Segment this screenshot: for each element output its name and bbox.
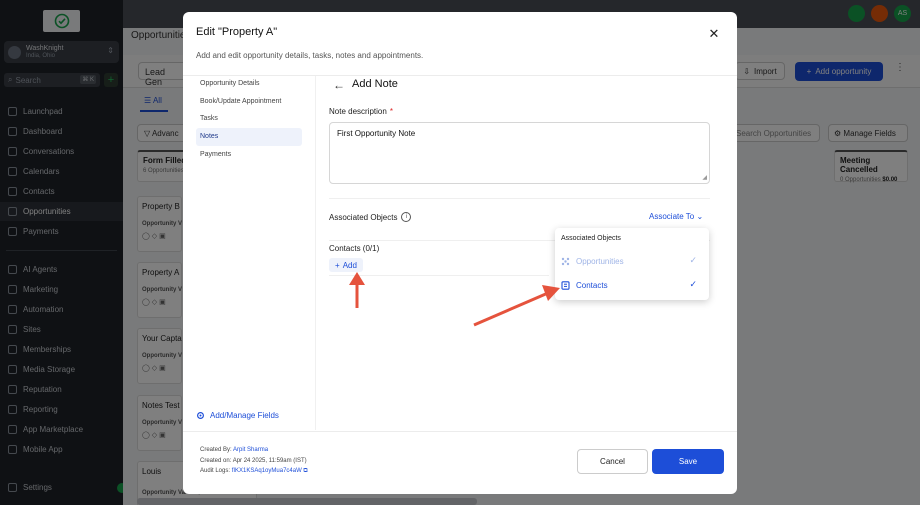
resize-handle-icon[interactable]: ◢ — [702, 174, 707, 181]
divider — [329, 275, 549, 276]
copy-icon[interactable]: ⧉ — [303, 468, 307, 474]
chevron-down-icon: ⌄ — [694, 212, 704, 221]
opportunities-icon — [561, 257, 570, 265]
gear-icon — [197, 412, 204, 419]
section-title: Add Note — [352, 78, 398, 90]
modal-subtitle: Add and edit opportunity details, tasks,… — [196, 51, 424, 60]
created-by: Created By: Arpit Sharma — [200, 447, 269, 453]
plus-icon: + — [335, 260, 340, 270]
checkmark-icon: ✓ — [689, 255, 697, 265]
associated-objects-dropdown: Associated Objects Opportunities ✓ Conta… — [555, 228, 709, 300]
dropdown-option-contacts[interactable]: Contacts ✓ — [561, 277, 703, 293]
divider — [183, 431, 737, 432]
back-arrow-icon[interactable]: ← — [333, 78, 345, 92]
created-by-link[interactable]: Arpit Sharma — [233, 447, 268, 453]
modal-nav-opportunity-details[interactable]: Opportunity Details — [196, 75, 302, 93]
dropdown-title: Associated Objects — [561, 235, 621, 242]
dropdown-option-opportunities: Opportunities ✓ — [561, 253, 703, 269]
associate-to-label: Associate To — [649, 212, 695, 221]
modal-nav-tasks[interactable]: Tasks — [196, 110, 302, 128]
add-label: Add — [342, 260, 357, 270]
save-button[interactable]: Save — [652, 449, 724, 474]
note-description-label: Note description * — [329, 107, 393, 116]
note-text: First Opportunity Note — [337, 129, 416, 138]
associate-to-dropdown[interactable]: Associate To ⌄ — [649, 212, 703, 221]
add-manage-fields-label: Add/Manage Fields — [210, 411, 279, 420]
modal-title: Edit "Property A" — [196, 26, 278, 38]
required-marker: * — [389, 107, 393, 116]
associated-objects-label: Associated Objects i — [329, 212, 412, 222]
created-on: Created on: Apr 24 2025, 11:59am (IST) — [200, 458, 307, 464]
audit-log-id[interactable]: fIKX1KSAq1oyMua7c4aW — [232, 468, 302, 474]
add-contact-button[interactable]: + Add — [329, 258, 363, 272]
option-label: Opportunities — [576, 256, 624, 266]
divider — [315, 76, 316, 430]
modal-nav-book-appointment[interactable]: Book/Update Appointment — [196, 93, 302, 111]
option-label: Contacts — [576, 280, 608, 290]
modal-nav-payments[interactable]: Payments — [196, 146, 302, 164]
audit-logs: Audit Logs: fIKX1KSAq1oyMua7c4aW ⧉ — [200, 468, 308, 474]
close-icon[interactable]: ✕ — [708, 27, 720, 40]
checkmark-icon: ✓ — [689, 279, 697, 289]
divider — [329, 198, 710, 199]
info-icon[interactable]: i — [401, 212, 412, 222]
cancel-button[interactable]: Cancel — [577, 449, 648, 474]
note-description-textarea[interactable]: First Opportunity Note ◢ — [329, 122, 710, 184]
contact-card-icon — [561, 280, 570, 290]
modal-nav-notes[interactable]: Notes — [196, 128, 302, 146]
contacts-count-label: Contacts (0/1) — [329, 244, 380, 253]
add-manage-fields-link[interactable]: Add/Manage Fields — [196, 411, 279, 420]
